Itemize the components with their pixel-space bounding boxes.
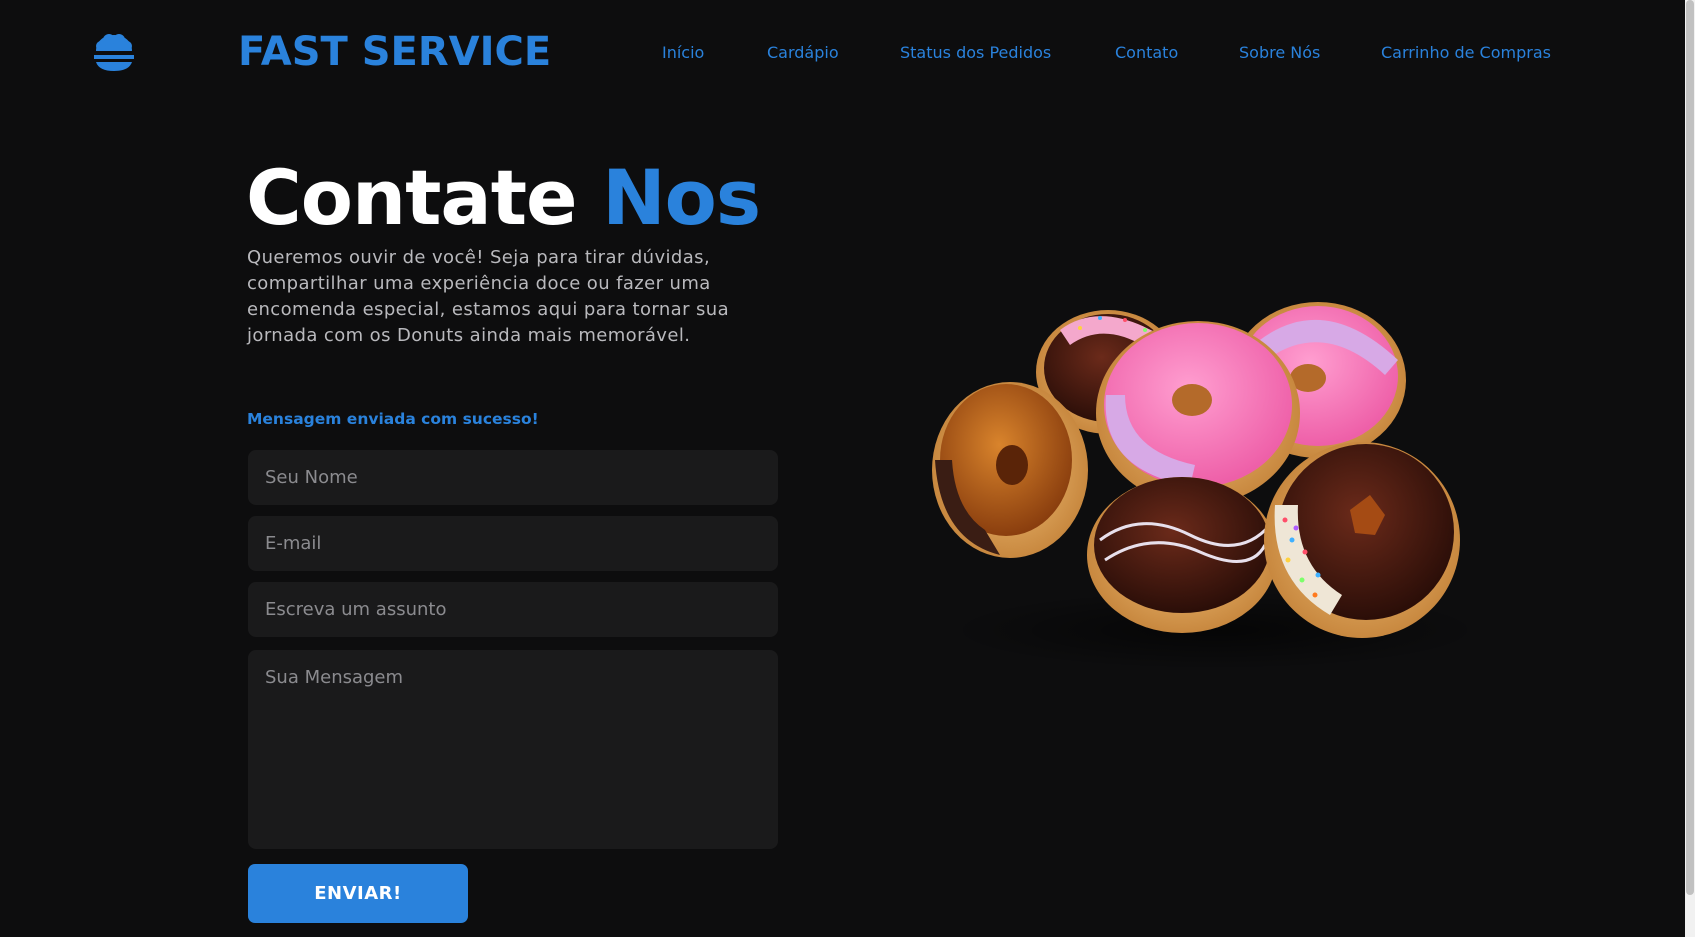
message-textarea[interactable]: [248, 650, 778, 849]
scrollbar-thumb[interactable]: [1686, 0, 1694, 895]
intro-text: Queremos ouvir de você! Seja para tirar …: [247, 247, 730, 346]
nav-link-inicio[interactable]: Início: [662, 40, 704, 66]
page-scrollbar[interactable]: [1685, 0, 1695, 937]
nav-link-carrinho[interactable]: Carrinho de Compras: [1381, 40, 1551, 66]
nav-link-cardapio[interactable]: Cardápio: [767, 40, 839, 66]
nav-link-status-pedidos[interactable]: Status dos Pedidos: [900, 40, 1051, 66]
submit-button[interactable]: ENVIAR!: [248, 864, 468, 923]
page-title-accent: Nos: [602, 153, 761, 242]
name-input[interactable]: [248, 450, 778, 505]
donut-caramel: [932, 382, 1088, 558]
brand-title[interactable]: FAST SERVICE: [238, 24, 551, 80]
donut-chocolate-drizzle: [1087, 477, 1277, 633]
email-input[interactable]: [248, 516, 778, 571]
nav-link-sobre-nos[interactable]: Sobre Nós: [1239, 40, 1320, 66]
nav-link-contato[interactable]: Contato: [1115, 40, 1178, 66]
subject-input[interactable]: [248, 582, 778, 637]
page-title: Contate Nos: [246, 148, 761, 248]
donut-chocolate-sprinkles: [1264, 442, 1460, 638]
donuts-image: [932, 302, 1485, 670]
contact-page: FAST SERVICE Início Cardápio Status dos …: [0, 0, 1695, 937]
page-title-main: Contate: [246, 153, 578, 242]
donut-pink-center: [1096, 321, 1300, 505]
donut-logo-icon[interactable]: [92, 33, 136, 73]
success-message: Mensagem enviada com sucesso!: [247, 410, 539, 428]
